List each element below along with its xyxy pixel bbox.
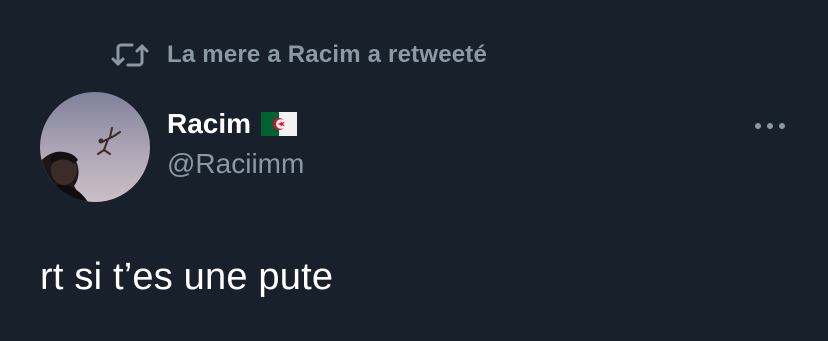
avatar[interactable] xyxy=(40,92,150,202)
retweet-context[interactable]: La mere a Racim a retweeté xyxy=(110,37,487,73)
more-options-button[interactable] xyxy=(748,112,792,140)
author-name-row[interactable]: Racim xyxy=(167,108,298,140)
algeria-flag-icon xyxy=(261,112,298,136)
retweet-icon xyxy=(110,37,154,73)
tweet-card[interactable]: La mere a Racim a retweeté Racim @Raciim… xyxy=(0,0,828,341)
tweet-text: rt si t’es une pute xyxy=(40,256,334,298)
avatar-photo xyxy=(40,92,150,202)
display-name[interactable]: Racim xyxy=(167,108,251,140)
more-options-icon xyxy=(754,117,786,135)
author-handle[interactable]: @Raciimm xyxy=(167,148,304,180)
retweet-label: La mere a Racim a retweeté xyxy=(167,41,488,68)
